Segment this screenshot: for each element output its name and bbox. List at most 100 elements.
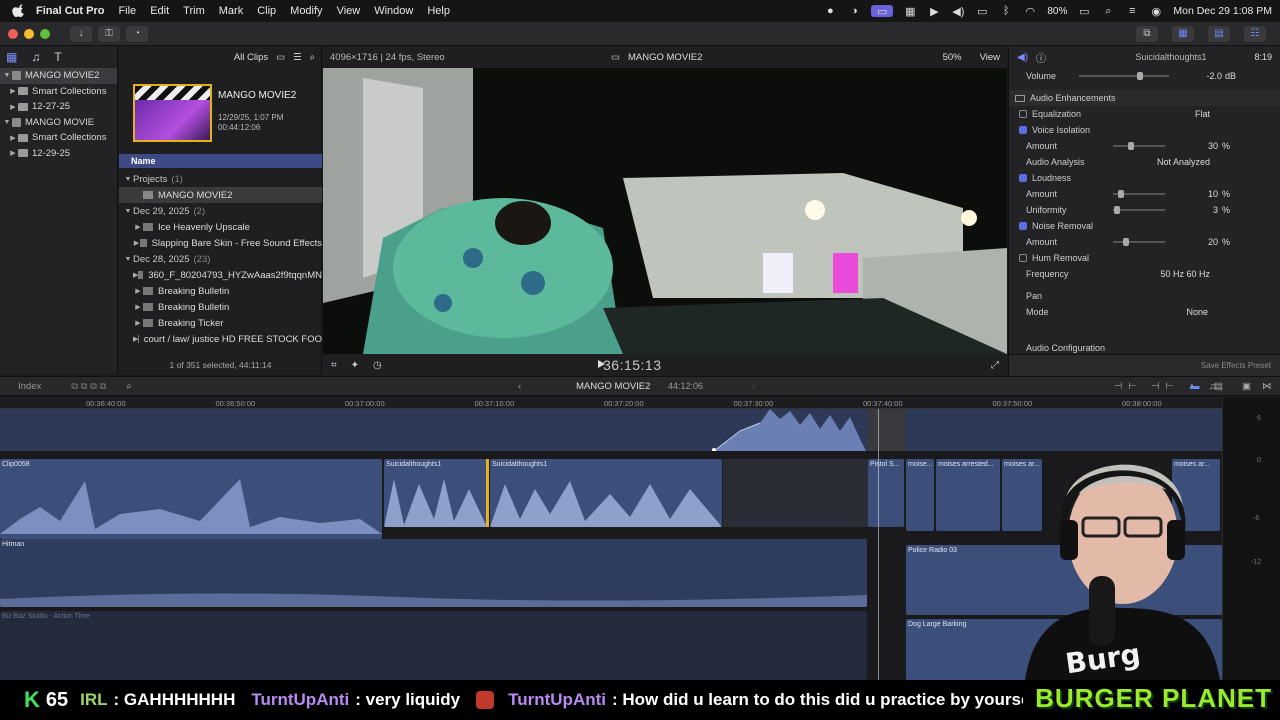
zoom-window-button[interactable] [40,28,50,39]
battery-icon[interactable]: ▭ [1077,5,1091,18]
timeline-index-button[interactable]: Index [18,381,41,392]
pan-mode-dropdown[interactable]: None [1186,307,1208,317]
timeline-clip[interactable]: moise... [906,459,934,531]
name-column-header[interactable]: Name [119,154,322,168]
view-dropdown[interactable]: View [980,52,1000,63]
inspector-row-value[interactable]: 10 [1208,189,1218,199]
timeline-clip[interactable]: Pistol S... [868,459,904,527]
menubar-clock[interactable]: Mon Dec 29 1:08 PM [1173,5,1272,17]
disclosure-closed-icon[interactable]: ▶ [133,223,143,231]
timeline-project-title[interactable]: MANGO MOVIE2 [576,381,650,392]
library-item[interactable]: ▶ 12-29-25 [0,146,117,162]
disclosure-closed-icon[interactable]: ▶ [133,287,143,295]
effects-browser-icon[interactable]: ▣ [1242,381,1251,392]
minimize-window-button[interactable] [24,28,34,39]
timeline-clip[interactable]: moises arrested... [936,459,1000,531]
timeline-search-icon[interactable]: ⌕ [126,381,131,392]
amount-slider[interactable] [1113,206,1165,214]
disclosure-closed-icon[interactable]: ▶ [8,103,18,111]
grid-icon[interactable]: ▦ [903,5,917,18]
disclosure-closed-icon[interactable]: ▶ [133,303,143,311]
volume-knob[interactable] [1137,72,1143,80]
bluetooth-icon[interactable]: ᛒ [999,5,1013,17]
browser-clip-row[interactable]: MANGO MOVIE2 [119,187,322,203]
share-icon[interactable]: ⧉ [1136,25,1158,42]
amount-slider[interactable] [1113,142,1165,150]
disclosure-open-icon[interactable]: ▼ [123,208,133,215]
enable-checkbox[interactable] [1019,126,1027,134]
menu-clip[interactable]: Clip [257,5,276,17]
library-item[interactable]: ▼ MANGO MOVIE [0,115,117,131]
previous-project-icon[interactable]: ‹ [518,381,521,392]
slider-knob[interactable] [1128,142,1134,150]
browser-clip-row[interactable]: ▶ Slapping Bare Skin - Free Sound Effects [119,235,322,251]
close-window-button[interactable] [8,28,18,39]
menu-window[interactable]: Window [374,5,413,17]
keywords-icon[interactable]: ⚿ [98,25,120,42]
disclosure-closed-icon[interactable]: ▶ [133,239,140,247]
disclosure-open-icon[interactable]: ▼ [123,256,133,263]
browser-clip-row[interactable]: ▶ Breaking Ticker [119,315,322,331]
apple-icon[interactable] [12,4,26,18]
audio-tab-icon[interactable]: ◀) [1017,52,1028,63]
menu-help[interactable]: Help [427,5,450,17]
menu-view[interactable]: View [337,5,361,17]
screen-capture-icon[interactable]: ▭ [871,5,894,18]
menu-trim[interactable]: Trim [183,5,205,17]
list-view-icon[interactable]: ☰ [293,52,302,63]
library-item[interactable]: ▼ MANGO MOVIE2 [0,68,117,84]
selected-clip-edge[interactable] [486,459,489,527]
timeline-playhead[interactable] [878,409,879,680]
enable-checkbox[interactable] [1019,174,1027,182]
app-menu[interactable]: Final Cut Pro [36,5,104,17]
menu-modify[interactable]: Modify [290,5,322,17]
import-icon[interactable]: ↓ [70,25,92,42]
enable-checkbox[interactable] [1019,254,1027,262]
amount-slider[interactable] [1113,238,1165,246]
record-icon[interactable]: ● [823,5,837,17]
inspector-row-value[interactable]: 30 [1208,141,1218,151]
browser-group-header[interactable]: ▼ Projects (1) [119,171,322,187]
inspector-row-value[interactable]: Flat [1195,109,1210,119]
inspector-row-value[interactable]: Not Analyzed [1157,157,1210,167]
timeline-clip[interactable]: Clip0058 [0,459,382,539]
browser-clip-row[interactable]: ▶ court / law/ justice HD FREE STOCK FOO [119,331,322,347]
browser-clip-row[interactable]: ▶ Ice Heavenly Upscale [119,219,322,235]
menu-edit[interactable]: Edit [150,5,169,17]
extension-icon[interactable]: ◑ [847,5,861,17]
amount-slider[interactable] [1113,190,1165,198]
info-tab-icon[interactable]: ⓘ [1036,50,1046,65]
timeline-clip[interactable]: Biz Baz Studio - Action Time [0,611,867,680]
slider-knob[interactable] [1114,206,1120,214]
background-tasks-icon[interactable]: ◔ [126,25,148,42]
disclosure-closed-icon[interactable]: ▶ [133,319,143,327]
browser-clip-row[interactable]: ▶ 360_F_80204793_HYZwAaas2f9tqqnMN [119,267,322,283]
disclosure-closed-icon[interactable]: ▶ [8,134,18,142]
playhead-timecode[interactable]: 36:15:13 [603,357,662,373]
timeline-clip[interactable]: Suicidalthoughts1 [384,459,487,527]
clip-filter-dropdown[interactable]: All Clips [234,52,268,63]
control-center-icon[interactable]: ≡ [1125,5,1139,17]
speed-icon[interactable]: ◷ [373,360,382,371]
browser-group-header[interactable]: ▼ Dec 28, 2025 (23) [119,251,322,267]
disclosure-open-icon[interactable]: ▼ [2,72,12,79]
timeline-clip[interactable]: Hitman [0,539,867,607]
next-project-icon[interactable]: › [752,381,755,392]
disclosure-closed-icon[interactable]: ▶ [8,87,18,95]
skimming-icon[interactable]: ▬ [1190,381,1200,392]
library-item[interactable]: ▶ Smart Collections [0,130,117,146]
browser-clip-row[interactable]: ▶ Breaking Bulletin [119,283,322,299]
slider-knob[interactable] [1123,238,1129,246]
slider-knob[interactable] [1118,190,1124,198]
fullscreen-icon[interactable]: ⤢ [991,360,999,371]
disclosure-open-icon[interactable]: ▼ [2,119,12,126]
menu-file[interactable]: File [118,5,136,17]
transitions-icon[interactable]: ⋈ [1262,381,1272,392]
inspector-row-value[interactable]: 3 [1213,205,1218,215]
inspector-row-value[interactable]: 20 [1208,237,1218,247]
show-inspector-icon[interactable]: ☷ [1244,25,1266,42]
photos-audio-icon[interactable]: ♫ [31,50,40,64]
timeline-ruler[interactable]: 00:36:40:00 00:36:50:00 00:37:00:00 00:37:1… [0,397,1222,409]
volume-slider[interactable] [1079,72,1169,80]
save-effects-preset-button[interactable]: Save Effects Preset [1201,361,1271,370]
